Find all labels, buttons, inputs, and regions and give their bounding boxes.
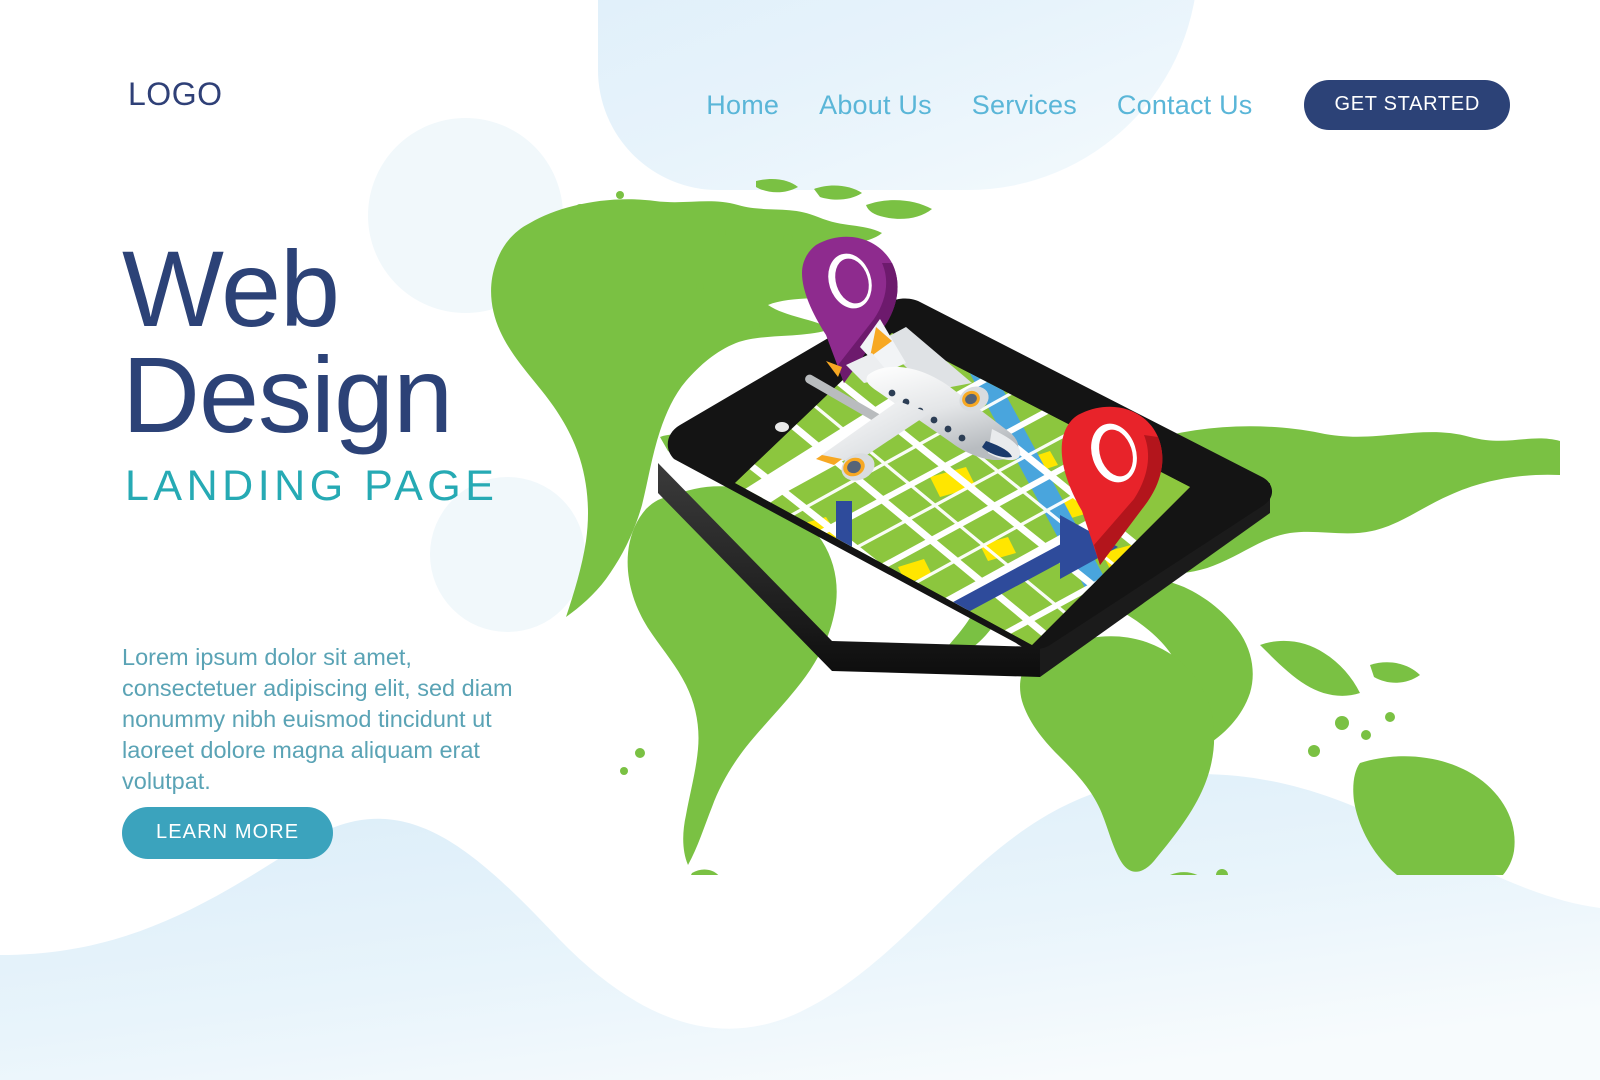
site-header: LOGO Home About Us Services Contact Us G… (0, 0, 1600, 175)
hero-heading-block: Web Design LANDING PAGE (122, 235, 592, 511)
nav-item-about-us[interactable]: About Us (819, 90, 932, 121)
phone-camera (775, 422, 789, 432)
learn-more-button[interactable]: LEARN MORE (122, 807, 334, 859)
page-title-line-1: Web (122, 228, 340, 349)
page-title: Web Design (122, 235, 592, 455)
hero-description: Lorem ipsum dolor sit amet, consectetuer… (122, 644, 513, 795)
get-started-button[interactable]: GET STARTED (1304, 80, 1510, 130)
nav-item-services[interactable]: Services (972, 90, 1077, 121)
smartphone-map-illustration (658, 236, 1273, 677)
nav-item-home[interactable]: Home (706, 90, 779, 121)
landing-page-root: LOGO Home About Us Services Contact Us G… (0, 0, 1600, 1080)
logo[interactable]: LOGO (128, 76, 222, 113)
nav-item-contact-us[interactable]: Contact Us (1117, 90, 1253, 121)
main-navigation: Home About Us Services Contact Us GET ST… (706, 80, 1510, 130)
page-subtitle: LANDING PAGE (125, 461, 499, 510)
page-title-line-2: Design (122, 333, 453, 455)
